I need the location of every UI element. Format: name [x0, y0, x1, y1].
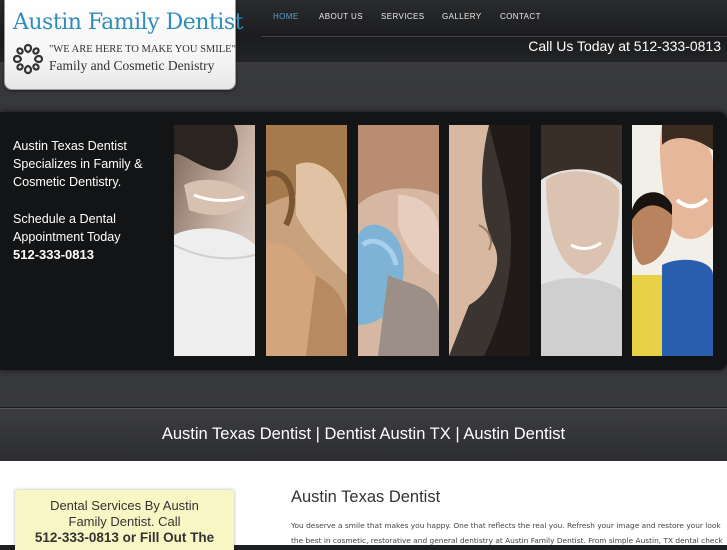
tooth-flower-icon	[12, 43, 44, 75]
sticky-line-phone[interactable]: 512-333-0813 or Fill Out The	[15, 530, 234, 546]
nav-gallery[interactable]: GALLERY	[442, 12, 482, 21]
photo-panel-children[interactable]	[632, 125, 713, 356]
sticky-note-text: Dental Services By Austin Family Dentist…	[15, 498, 234, 546]
call-us-phone[interactable]: Call Us Today at 512-333-0813	[528, 38, 721, 54]
photo-panel-man[interactable]	[541, 125, 622, 356]
photo-panel-image	[174, 125, 255, 356]
main-nav: HOME ABOUT US SERVICES GALLERY CONTACT	[262, 0, 727, 37]
logo-title: Austin Family Dentist	[13, 10, 243, 35]
photo-panel-image	[358, 125, 439, 356]
article-line: the best in cosmetic, restorative and ge…	[291, 535, 723, 545]
banner-line: Schedule a Dental	[13, 211, 116, 226]
photo-panel-dental-exam[interactable]	[358, 125, 439, 356]
sticky-line: Family Dentist. Call	[68, 514, 181, 529]
banner-line: Cosmetic Dentistry.	[13, 175, 122, 190]
photo-panel-image	[541, 125, 622, 356]
sticky-line: Dental Services By Austin	[50, 498, 199, 513]
logo-tagline: "WE ARE HERE TO MAKE YOU SMILE"	[49, 44, 236, 55]
photo-panel-smiling-man[interactable]	[174, 125, 255, 356]
article-line: You deserve a smile that makes you happy…	[291, 521, 723, 530]
banner-phone[interactable]: 512-333-0813	[13, 246, 163, 264]
photo-panel-image	[266, 125, 347, 356]
nav-contact[interactable]: CONTACT	[500, 12, 541, 21]
nav-about-us[interactable]: ABOUT US	[319, 12, 363, 21]
banner-text: Austin Texas Dentist Specializes in Fami…	[13, 137, 163, 264]
photo-panel-image	[449, 125, 530, 356]
article-title: Austin Texas Dentist	[291, 488, 441, 506]
nav-home[interactable]: HOME	[273, 12, 299, 21]
photo-panel-woman[interactable]	[266, 125, 347, 356]
nav-services[interactable]: SERVICES	[381, 12, 425, 21]
banner-line: Austin Texas Dentist	[13, 139, 127, 153]
banner-spacer	[13, 192, 163, 210]
article-body: You deserve a smile that makes you happy…	[291, 519, 723, 548]
banner-line: Appointment Today	[13, 229, 121, 244]
photo-panel-profile[interactable]	[449, 125, 530, 356]
services-sticky-note: Dental Services By Austin Family Dentist…	[15, 490, 234, 550]
site-logo[interactable]: Austin Family Dentist "WE ARE HERE TO MA…	[4, 0, 243, 90]
keyword-band-text: Austin Texas Dentist | Dentist Austin TX…	[161, 425, 566, 443]
logo-subtitle: Family and Cosmetic Denistry	[49, 58, 215, 73]
banner-line: Specializes in Family &	[13, 157, 143, 172]
photo-panel-image	[632, 125, 713, 356]
